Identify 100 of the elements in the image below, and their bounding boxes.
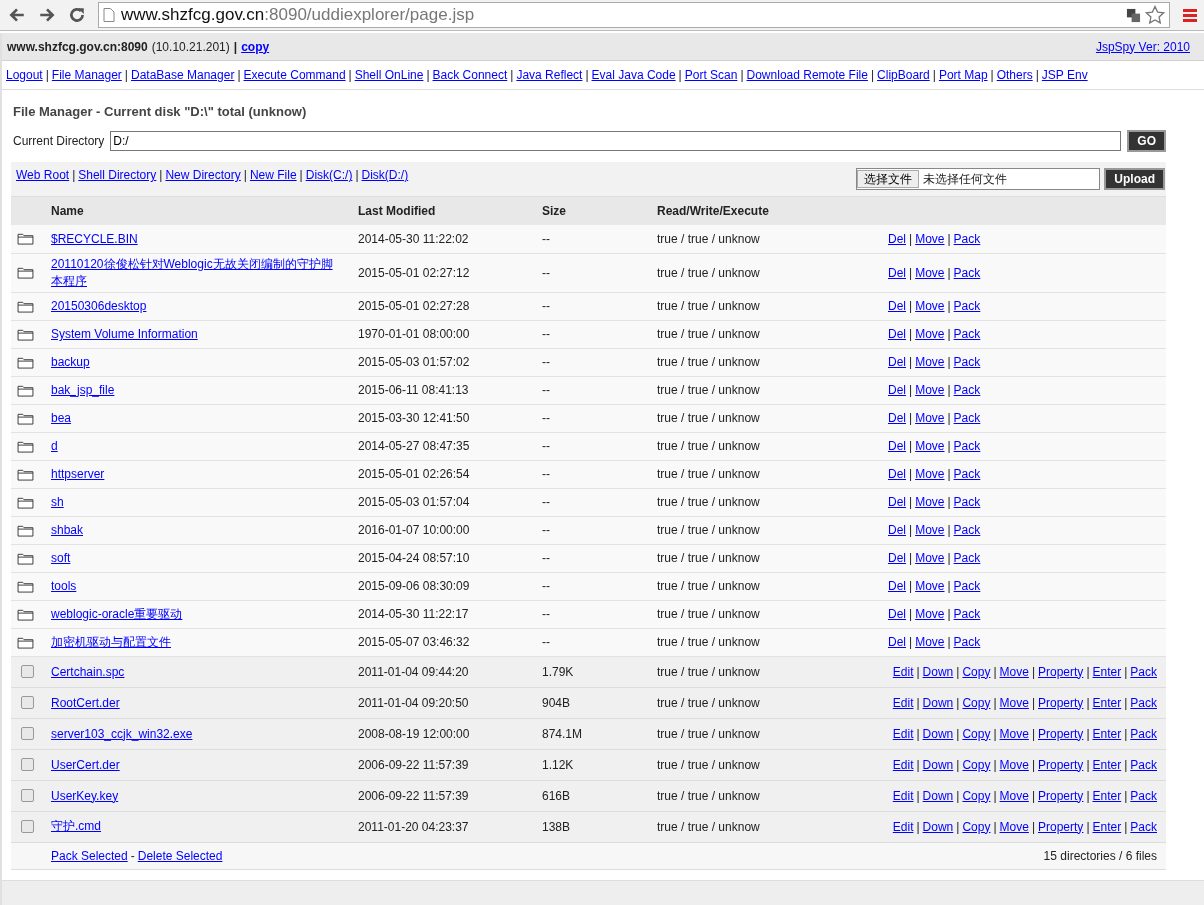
quick-link[interactable]: Disk(D:/) — [361, 168, 409, 182]
action-link[interactable]: Pack — [953, 551, 981, 565]
copy-link[interactable]: copy — [241, 39, 270, 54]
quick-link[interactable]: Shell Directory — [78, 168, 157, 182]
checkbox[interactable] — [21, 789, 34, 802]
nav-link[interactable]: Eval Java Code — [591, 68, 676, 82]
action-link[interactable]: Move — [915, 265, 945, 280]
action-link[interactable]: Move — [915, 467, 945, 481]
nav-link[interactable]: ClipBoard — [877, 68, 930, 82]
action-link[interactable]: Del — [888, 355, 906, 369]
file-name-link[interactable]: soft — [51, 551, 71, 565]
action-link[interactable]: Move — [915, 439, 945, 453]
action-link[interactable]: Edit — [892, 788, 914, 803]
nav-link[interactable]: Port Scan — [684, 68, 738, 82]
file-name-link[interactable]: UserKey.key — [51, 788, 119, 803]
action-link[interactable]: Pack — [1130, 695, 1157, 710]
action-link[interactable]: Move — [915, 635, 945, 649]
action-link[interactable]: Move — [915, 383, 945, 397]
file-name-link[interactable]: $RECYCLE.BIN — [51, 231, 138, 246]
action-link[interactable]: Pack — [953, 607, 981, 621]
file-name-link[interactable]: 加密机驱动与配置文件 — [51, 633, 171, 651]
file-name-link[interactable]: RootCert.der — [51, 695, 120, 710]
action-link[interactable]: Down — [922, 819, 954, 834]
checkbox[interactable] — [21, 696, 34, 709]
action-link[interactable]: Property — [1038, 726, 1084, 741]
checkbox[interactable] — [21, 665, 34, 678]
version-link[interactable]: JspSpy Ver: 2010 — [1095, 39, 1190, 54]
file-name-link[interactable]: shbak — [51, 523, 84, 537]
translate-icon[interactable] — [1126, 7, 1141, 23]
address-bar[interactable]: www.shzfcg.gov.cn:8090/uddiexplorer/page.jsp — [98, 2, 1170, 28]
action-link[interactable]: Property — [1038, 757, 1084, 772]
file-name-link[interactable]: 守护.cmd — [51, 818, 101, 835]
file-name-link[interactable]: Certchain.spc — [51, 664, 125, 679]
action-link[interactable]: Copy — [962, 695, 991, 710]
menu-icon[interactable] — [1182, 7, 1198, 23]
action-link[interactable]: Move — [915, 495, 945, 509]
upload-button[interactable]: Upload — [1104, 168, 1165, 190]
go-button[interactable]: GO — [1127, 130, 1166, 152]
action-link[interactable]: Enter — [1092, 819, 1122, 834]
bulk-action-link[interactable]: Delete Selected — [137, 848, 223, 863]
action-link[interactable]: Del — [888, 467, 906, 481]
action-link[interactable]: Property — [1038, 695, 1084, 710]
action-link[interactable]: Pack — [953, 467, 981, 481]
action-link[interactable]: Move — [999, 695, 1029, 710]
action-link[interactable]: Enter — [1092, 695, 1122, 710]
quick-link[interactable]: Web Root — [16, 168, 70, 182]
action-link[interactable]: Move — [915, 327, 945, 341]
nav-link[interactable]: Back Connect — [432, 68, 508, 82]
action-link[interactable]: Move — [999, 757, 1029, 772]
checkbox[interactable] — [21, 820, 34, 833]
action-link[interactable]: Pack — [953, 383, 981, 397]
nav-link[interactable]: DataBase Manager — [131, 68, 235, 82]
action-link[interactable]: Pack — [1130, 664, 1157, 679]
file-name-link[interactable]: httpserver — [51, 467, 105, 481]
file-name-link[interactable]: 20110120徐俊松针对Weblogic无故关闭编制的守护脚本程序 — [51, 255, 342, 290]
file-name-link[interactable]: weblogic-oracle重要驱动 — [51, 605, 183, 623]
action-link[interactable]: Del — [888, 383, 906, 397]
action-link[interactable]: Pack — [953, 231, 981, 246]
file-name-link[interactable]: server103_ccjk_win32.exe — [51, 726, 193, 741]
action-link[interactable]: Del — [888, 411, 906, 425]
nav-link[interactable]: File Manager — [51, 68, 122, 82]
action-link[interactable]: Enter — [1092, 788, 1122, 803]
action-link[interactable]: Edit — [892, 819, 914, 834]
nav-link[interactable]: Port Map — [938, 68, 988, 82]
action-link[interactable]: Pack — [953, 299, 981, 313]
action-link[interactable]: Move — [999, 819, 1029, 834]
action-link[interactable]: Copy — [962, 726, 991, 741]
action-link[interactable]: Pack — [1130, 726, 1157, 741]
action-link[interactable]: Del — [888, 635, 906, 649]
action-link[interactable]: Copy — [962, 664, 991, 679]
file-name-link[interactable]: tools — [51, 579, 77, 593]
action-link[interactable]: Move — [915, 607, 945, 621]
action-link[interactable]: Pack — [953, 265, 981, 280]
file-name-link[interactable]: sh — [51, 495, 64, 509]
action-link[interactable]: Enter — [1092, 757, 1122, 772]
nav-link[interactable]: Download Remote File — [746, 68, 868, 82]
action-link[interactable]: Pack — [953, 355, 981, 369]
file-name-link[interactable]: System Volume Information — [51, 327, 198, 341]
action-link[interactable]: Pack — [953, 523, 981, 537]
action-link[interactable]: Del — [888, 551, 906, 565]
action-link[interactable]: Edit — [892, 757, 914, 772]
bulk-action-link[interactable]: Pack Selected — [51, 848, 128, 863]
action-link[interactable]: Del — [888, 299, 906, 313]
action-link[interactable]: Del — [888, 523, 906, 537]
action-link[interactable]: Edit — [892, 695, 914, 710]
action-link[interactable]: Down — [922, 664, 954, 679]
action-link[interactable]: Move — [915, 231, 945, 246]
nav-link[interactable]: Logout — [6, 68, 43, 82]
action-link[interactable]: Del — [888, 231, 906, 246]
checkbox[interactable] — [21, 758, 34, 771]
nav-link[interactable]: Shell OnLine — [354, 68, 424, 82]
action-link[interactable]: Pack — [1130, 757, 1157, 772]
nav-link[interactable]: Others — [996, 68, 1033, 82]
reload-icon[interactable] — [68, 6, 86, 24]
action-link[interactable]: Move — [915, 355, 945, 369]
action-link[interactable]: Down — [922, 726, 954, 741]
action-link[interactable]: Move — [915, 551, 945, 565]
file-name-link[interactable]: backup — [51, 355, 90, 369]
action-link[interactable]: Enter — [1092, 664, 1122, 679]
action-link[interactable]: Pack — [953, 635, 981, 649]
